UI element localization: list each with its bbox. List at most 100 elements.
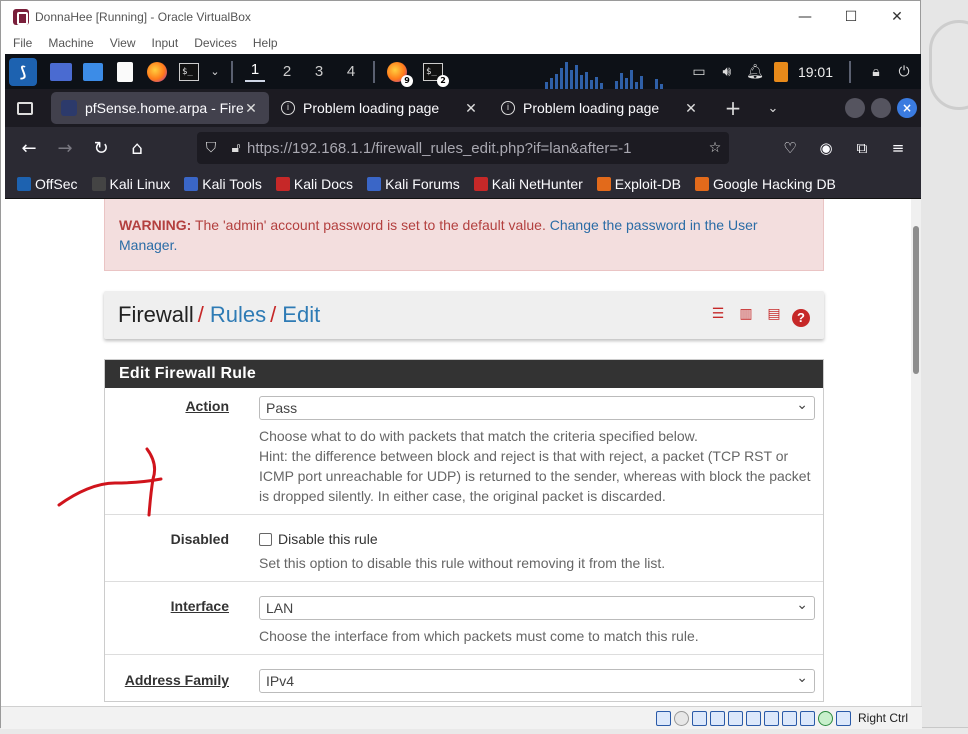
help-icon[interactable]: ? [792, 309, 810, 327]
tab-problem-loading-2[interactable]: i Problem loading page ✕ [491, 92, 709, 124]
shared-folders-icon[interactable] [745, 710, 761, 726]
bookmark-star-icon[interactable]: ☆ [701, 140, 729, 156]
insecure-lock-icon[interactable]: 🔓︎ [225, 140, 247, 156]
volume-icon[interactable]: 🔊︎ [718, 63, 736, 81]
disable-rule-option[interactable]: Disable this rule [259, 529, 815, 547]
disabled-label: Disabled [170, 531, 229, 547]
close-tab-icon[interactable]: ✕ [243, 100, 259, 117]
workspace-3[interactable]: 3 [303, 63, 335, 80]
display-icon[interactable] [763, 710, 779, 726]
info-icon: i [281, 101, 295, 115]
close-browser-button[interactable]: × [897, 98, 917, 118]
menu-view[interactable]: View [102, 36, 144, 50]
breadcrumb-rules-link[interactable]: Rules [210, 302, 266, 328]
menu-help[interactable]: Help [245, 36, 286, 50]
bookmarks-bar: OffSec Kali Linux Kali Tools Kali Docs K… [5, 169, 921, 199]
guest-screen: ⟆ $_ ⌄ 1 2 3 4 9 $_ 2 ▭ 🔊︎ 🔔︎ 19:01 🔒︎ ⏻… [5, 54, 921, 706]
menu-machine[interactable]: Machine [40, 36, 101, 50]
extensions-icon[interactable]: ⧉ [849, 133, 875, 163]
bookmark-offsec[interactable]: OffSec [17, 176, 78, 192]
firefox-window-icon[interactable]: 9 [385, 60, 413, 87]
cpu-icon[interactable] [799, 710, 815, 726]
text-editor-icon[interactable] [113, 60, 137, 84]
account-icon[interactable]: ◉ [813, 133, 839, 163]
breadcrumb-separator: / [270, 302, 277, 327]
workspace-2[interactable]: 2 [271, 63, 303, 80]
tab-pfsense[interactable]: pfSense.home.arpa - Firewall: Rules: Edi… [51, 92, 269, 124]
close-window-button[interactable]: ✕ [874, 1, 920, 32]
maximize-button[interactable]: ☐ [828, 1, 874, 32]
menu-file[interactable]: File [1, 36, 40, 50]
mouse-integration-icon[interactable] [835, 710, 851, 726]
bookmark-kali-linux[interactable]: Kali Linux [91, 176, 170, 192]
new-tab-button[interactable]: + [713, 96, 753, 120]
chevron-down-icon[interactable]: ⌄ [209, 60, 221, 84]
address-family-select[interactable]: IPv4 [259, 666, 815, 693]
log-list-icon[interactable]: ▤ [764, 303, 784, 323]
interface-row: Interface LAN Choose the interface from … [105, 582, 823, 655]
close-tab-icon[interactable]: ✕ [683, 100, 699, 117]
bookmark-exploit-db[interactable]: Exploit-DB [596, 176, 681, 192]
disable-rule-label[interactable]: Disable this rule [278, 531, 378, 547]
close-tab-icon[interactable]: ✕ [463, 100, 479, 117]
url-text[interactable]: https://192.168.1.1/firewall_rules_edit.… [247, 140, 701, 157]
offsec-icon [17, 176, 31, 191]
interface-select[interactable]: LAN [259, 593, 815, 620]
menu-devices[interactable]: Devices [186, 36, 245, 50]
action-hint: Hint: the difference between block and r… [259, 448, 811, 504]
firefox-icon[interactable] [145, 60, 169, 84]
recording-icon[interactable] [781, 710, 797, 726]
tab-title: pfSense.home.arpa - Firewall: Rules: Edi… [85, 100, 243, 116]
page-scrollbar[interactable] [911, 199, 921, 706]
pocket-icon[interactable]: ♡ [777, 133, 803, 163]
desktop-icon[interactable] [49, 60, 73, 84]
panel-clock[interactable]: 19:01 [798, 64, 833, 80]
bar-chart-icon[interactable]: ▥ [736, 303, 756, 323]
power-icon[interactable]: ⏻ [895, 63, 913, 81]
terminal-window-icon[interactable]: $_ 2 [421, 60, 449, 87]
disable-rule-checkbox[interactable] [259, 532, 272, 546]
sliders-icon[interactable]: ☰ [708, 303, 728, 323]
optical-drive-icon[interactable] [673, 710, 689, 726]
action-help: Choose what to do with packets that matc… [259, 428, 698, 444]
kali-forums-icon [367, 176, 382, 191]
audio-icon[interactable] [691, 710, 707, 726]
bookmark-kali-tools[interactable]: Kali Tools [184, 176, 262, 192]
workspace-4[interactable]: 4 [335, 63, 367, 80]
bookmark-kali-docs[interactable]: Kali Docs [275, 176, 353, 192]
address-family-row: Address Family IPv4 [105, 655, 823, 701]
hard-disk-icon[interactable] [655, 710, 671, 726]
bookmark-kali-nethunter[interactable]: Kali NetHunter [473, 176, 583, 192]
bookmark-kali-forums[interactable]: Kali Forums [367, 176, 460, 192]
notification-bell-icon[interactable]: 🔔︎ [746, 63, 764, 81]
list-all-tabs-button[interactable]: ⌄ [753, 101, 793, 116]
files-icon[interactable] [81, 60, 105, 84]
lock-icon[interactable]: 🔒︎ [867, 63, 885, 81]
minimize-button[interactable]: — [782, 1, 828, 32]
action-select[interactable]: Pass [259, 393, 815, 420]
hamburger-menu-icon[interactable]: ≡ [885, 133, 911, 163]
forward-button[interactable]: → [47, 130, 83, 166]
home-button[interactable]: ⌂ [119, 130, 155, 166]
minimize-browser-button[interactable] [845, 98, 865, 118]
tab-problem-loading-1[interactable]: i Problem loading page ✕ [271, 92, 489, 124]
kali-menu-icon[interactable]: ⟆ [9, 57, 37, 86]
battery-icon[interactable] [773, 61, 788, 82]
usb-icon[interactable] [727, 710, 743, 726]
breadcrumb-edit-link[interactable]: Edit [282, 302, 320, 328]
warning-prefix: WARNING: [119, 217, 192, 233]
terminal-icon[interactable]: $_ [177, 60, 201, 84]
workspace-1[interactable]: 1 [239, 61, 271, 82]
display-icon[interactable]: ▭ [690, 63, 708, 81]
network-icon[interactable] [709, 710, 725, 726]
maximize-browser-button[interactable] [871, 98, 891, 118]
bookmark-google-hacking-db[interactable]: Google Hacking DB [694, 176, 836, 192]
back-button[interactable]: ← [11, 130, 47, 166]
url-bar[interactable]: ⛉ 🔓︎ https://192.168.1.1/firewall_rules_… [197, 132, 729, 164]
shield-icon[interactable]: ⛉ [197, 140, 225, 156]
guest-additions-icon[interactable] [817, 710, 833, 726]
reload-button[interactable]: ↻ [83, 130, 119, 166]
firefox-view-icon[interactable] [5, 89, 45, 127]
scrollbar-thumb[interactable] [913, 226, 919, 374]
menu-input[interactable]: Input [144, 36, 187, 50]
